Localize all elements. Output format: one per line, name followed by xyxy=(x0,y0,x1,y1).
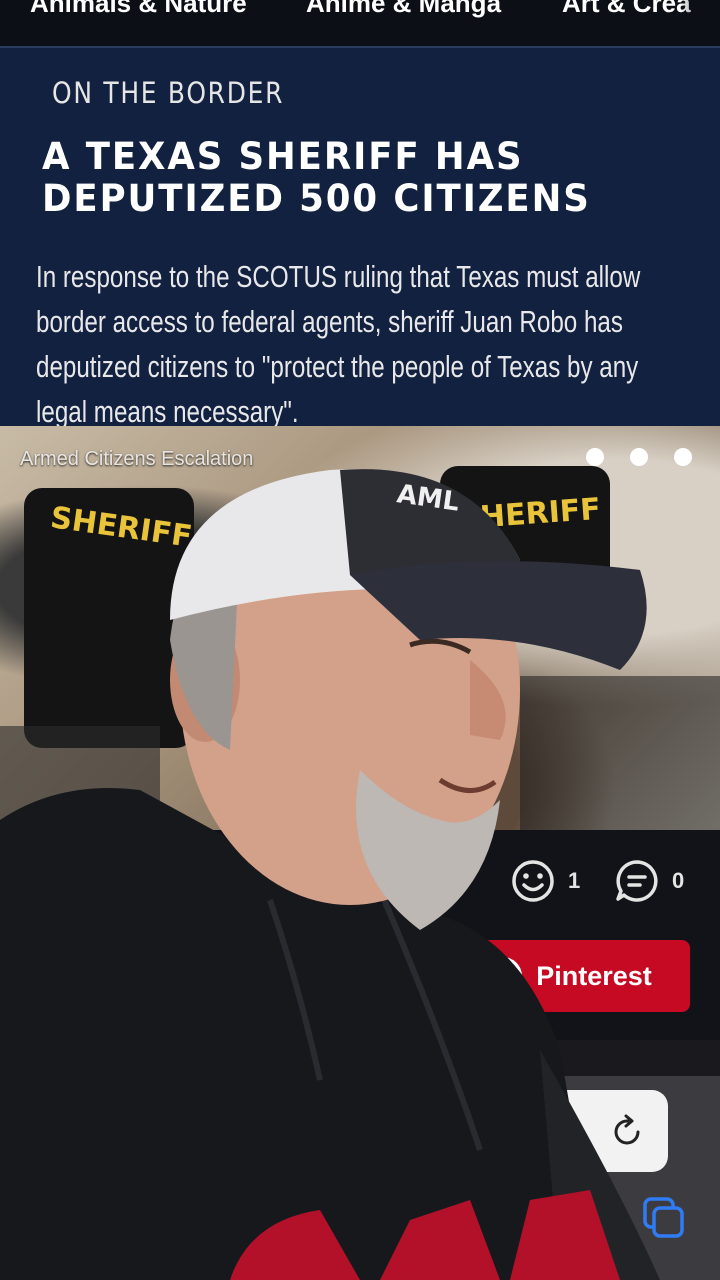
article-card[interactable]: ON THE BORDER A TEXAS SHERIFF HAS DEPUTI… xyxy=(0,46,720,429)
category-art-creative[interactable]: Art & Crea xyxy=(562,0,691,19)
article-kicker: ON THE BORDER xyxy=(52,76,285,110)
category-anime-manga[interactable]: Anime & Manga xyxy=(306,0,501,19)
category-bar-fade xyxy=(680,0,720,46)
article-body: In response to the SCOTUS ruling that Te… xyxy=(36,259,641,429)
presenter-overlay: AML xyxy=(0,469,660,1280)
category-bar: Animals & Nature Anime & Manga Art & Cre… xyxy=(0,0,720,46)
category-animals-nature[interactable]: Animals & Nature xyxy=(30,0,247,19)
article-headline: A TEXAS SHERIFF HAS DEPUTIZED 500 CITIZE… xyxy=(42,135,591,220)
